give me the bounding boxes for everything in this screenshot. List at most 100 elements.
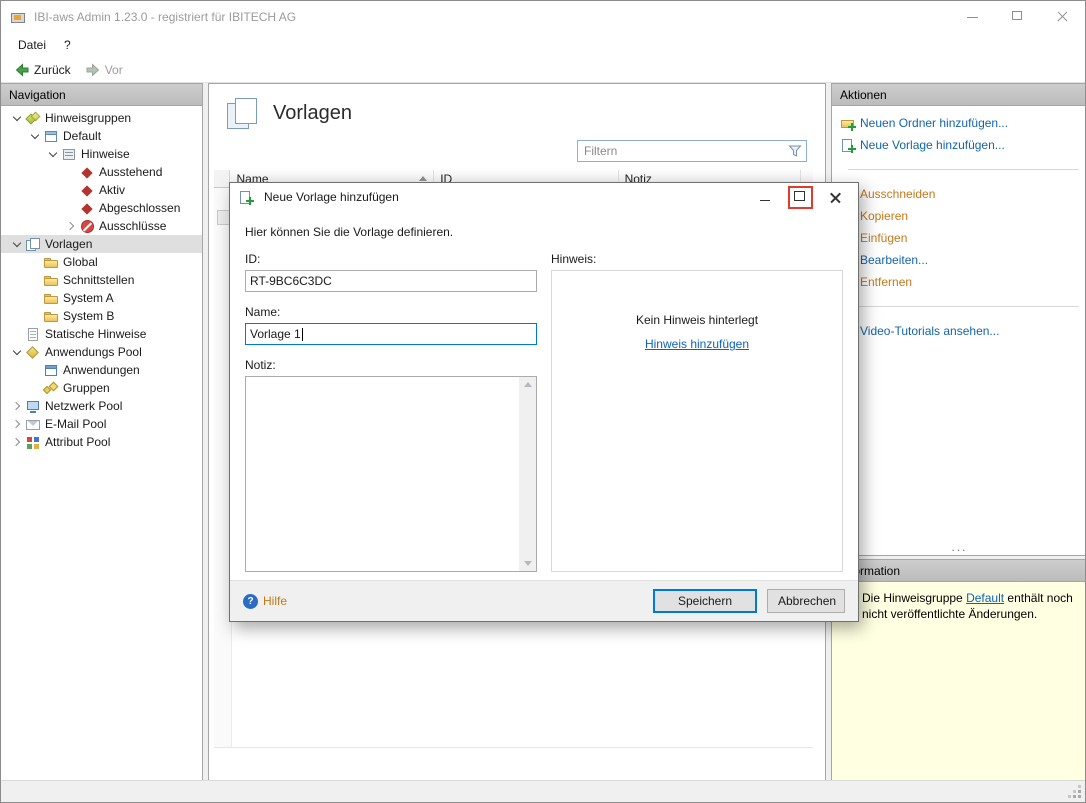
tree-item-vorlagen[interactable]: Vorlagen <box>1 235 202 253</box>
pool-icon <box>25 345 41 360</box>
hinweis-hinzufuegen-link[interactable]: Hinweis hinzufügen <box>645 337 749 351</box>
resize-grip-icon[interactable] <box>1078 795 1081 798</box>
tree-item-ausschlüsse[interactable]: Ausschlüsse <box>1 217 202 235</box>
minimize-icon[interactable] <box>950 1 995 32</box>
vertical-scrollbar[interactable] <box>519 377 536 571</box>
actions-separator <box>848 306 1079 307</box>
chevron-down-icon[interactable] <box>9 236 25 252</box>
text-caret <box>301 327 303 341</box>
chevron-right-icon[interactable] <box>9 434 25 450</box>
email-icon <box>25 417 41 432</box>
action-entfernen[interactable]: Entfernen <box>832 271 1085 293</box>
action-label: Bearbeiten... <box>860 253 929 267</box>
chevron-down-icon[interactable] <box>9 344 25 360</box>
dialog-description: Hier können Sie die Vorlage definieren. <box>245 225 454 239</box>
action-label: Video-Tutorials ansehen... <box>860 324 1000 338</box>
tree-item-statische-hinweise[interactable]: Statische Hinweise <box>1 325 202 343</box>
tree-item-label: Statische Hinweise <box>45 327 147 341</box>
tool-bar: Zurück Vor <box>1 57 1085 83</box>
tree-item-attribut-pool[interactable]: Attribut Pool <box>1 433 202 451</box>
hinweis-label: Hinweis: <box>551 252 597 266</box>
action-label: Einfügen <box>860 231 908 245</box>
folder-icon <box>43 309 59 324</box>
id-input[interactable] <box>245 270 537 292</box>
sort-ascending-icon <box>419 176 428 181</box>
dialog-minimize-icon[interactable] <box>755 188 776 207</box>
name-input[interactable]: Vorlage 1 <box>245 323 537 345</box>
aktiv-icon <box>79 183 95 198</box>
tree-item-anwendungen[interactable]: Anwendungen <box>1 361 202 379</box>
tree-item-ausstehend[interactable]: Ausstehend <box>1 163 202 181</box>
tree-item-system-a[interactable]: System A <box>1 289 202 307</box>
default-group-link[interactable]: Default <box>966 591 1004 605</box>
navigation-header: Navigation <box>1 84 202 106</box>
help-button[interactable]: Hilfe <box>243 593 287 609</box>
tree-item-aktiv[interactable]: Aktiv <box>1 181 202 199</box>
information-header: Information <box>832 560 1085 582</box>
scroll-up-icon[interactable] <box>523 382 532 387</box>
menu-help[interactable]: ? <box>55 35 80 55</box>
back-arrow-icon <box>15 62 29 77</box>
tree-item-label: E-Mail Pool <box>45 417 107 431</box>
tree-item-label: Hinweise <box>81 147 130 161</box>
tree-item-schnittstellen[interactable]: Schnittstellen <box>1 271 202 289</box>
chevron-right-icon[interactable] <box>63 218 79 234</box>
chevron-down-icon[interactable] <box>27 128 43 144</box>
tree-item-global[interactable]: Global <box>1 253 202 271</box>
chevron-right-icon[interactable] <box>9 416 25 432</box>
close-icon[interactable] <box>1040 1 1085 32</box>
actions-separator <box>848 169 1079 170</box>
action-ausschneiden[interactable]: Ausschneiden <box>832 183 1085 205</box>
dialog-close-icon[interactable] <box>825 188 846 207</box>
abbrechen-button[interactable]: Abbrechen <box>767 589 845 613</box>
action-label: Entfernen <box>860 275 913 289</box>
navigation-panel: Navigation Hinweisgruppen Default Hinweise… <box>1 83 203 782</box>
maximize-icon[interactable] <box>995 1 1040 32</box>
tree-item-label: Abgeschlossen <box>99 201 181 215</box>
tree-item-label: Default <box>63 129 102 143</box>
filter-input[interactable] <box>582 143 788 159</box>
dialog-neue-vorlage: Neue Vorlage hinzufügen Hier können Sie … <box>229 182 859 622</box>
action-video-tutorials-ansehen[interactable]: Video-Tutorials ansehen... <box>832 320 1085 342</box>
filter-icon[interactable] <box>788 145 802 158</box>
action-kopieren[interactable]: Kopieren <box>832 205 1085 227</box>
actions-overflow[interactable]: ... <box>832 540 1085 554</box>
tree-item-abgeschlossen[interactable]: Abgeschlossen <box>1 199 202 217</box>
window-title: IBI-aws Admin 1.23.0 - registriert für I… <box>34 9 297 24</box>
notiz-textarea[interactable] <box>245 376 537 572</box>
action-neuen-ordner-hinzufügen[interactable]: Neuen Ordner hinzufügen... <box>832 112 1085 134</box>
anwendungen-icon <box>43 363 59 378</box>
dialog-maximize-icon[interactable] <box>788 185 813 209</box>
action-bearbeiten[interactable]: Bearbeiten... <box>832 249 1085 271</box>
tree-item-e-mail-pool[interactable]: E-Mail Pool <box>1 415 202 433</box>
action-neue-vorlage-hinzufügen[interactable]: Neue Vorlage hinzufügen... <box>832 134 1085 156</box>
tree-item-label: Vorlagen <box>45 237 93 251</box>
back-button[interactable]: Zurück <box>7 60 78 80</box>
tree-item-gruppen[interactable]: Gruppen <box>1 379 202 397</box>
dialog-caption-buttons <box>755 185 858 209</box>
chevron-right-icon[interactable] <box>9 398 25 414</box>
tree-item-hinweise[interactable]: Hinweise <box>1 145 202 163</box>
tree-item-netzwerk-pool[interactable]: Netzwerk Pool <box>1 397 202 415</box>
vorlagen-icon <box>25 237 41 252</box>
tree-item-label: Ausstehend <box>99 165 163 179</box>
dialog-title-bar[interactable]: Neue Vorlage hinzufügen <box>230 183 858 211</box>
scroll-down-icon[interactable] <box>523 561 532 566</box>
menu-datei[interactable]: Datei <box>9 35 55 55</box>
tree-item-hinweisgruppen[interactable]: Hinweisgruppen <box>1 109 202 127</box>
tree-item-system-b[interactable]: System B <box>1 307 202 325</box>
info-text-before: Die Hinweisgruppe <box>862 591 967 605</box>
chevron-down-icon[interactable] <box>9 110 25 126</box>
speichern-button[interactable]: Speichern <box>653 589 757 613</box>
chevron-down-icon[interactable] <box>45 146 61 162</box>
tree-item-label: Attribut Pool <box>45 435 111 449</box>
action-einfügen[interactable]: Einfügen <box>832 227 1085 249</box>
tree-item-anwendungs-pool[interactable]: Anwendungs Pool <box>1 343 202 361</box>
tree-item-default[interactable]: Default <box>1 127 202 145</box>
title-bar[interactable]: IBI-aws Admin 1.23.0 - registriert für I… <box>1 1 1085 32</box>
app-window: IBI-aws Admin 1.23.0 - registriert für I… <box>0 0 1086 803</box>
